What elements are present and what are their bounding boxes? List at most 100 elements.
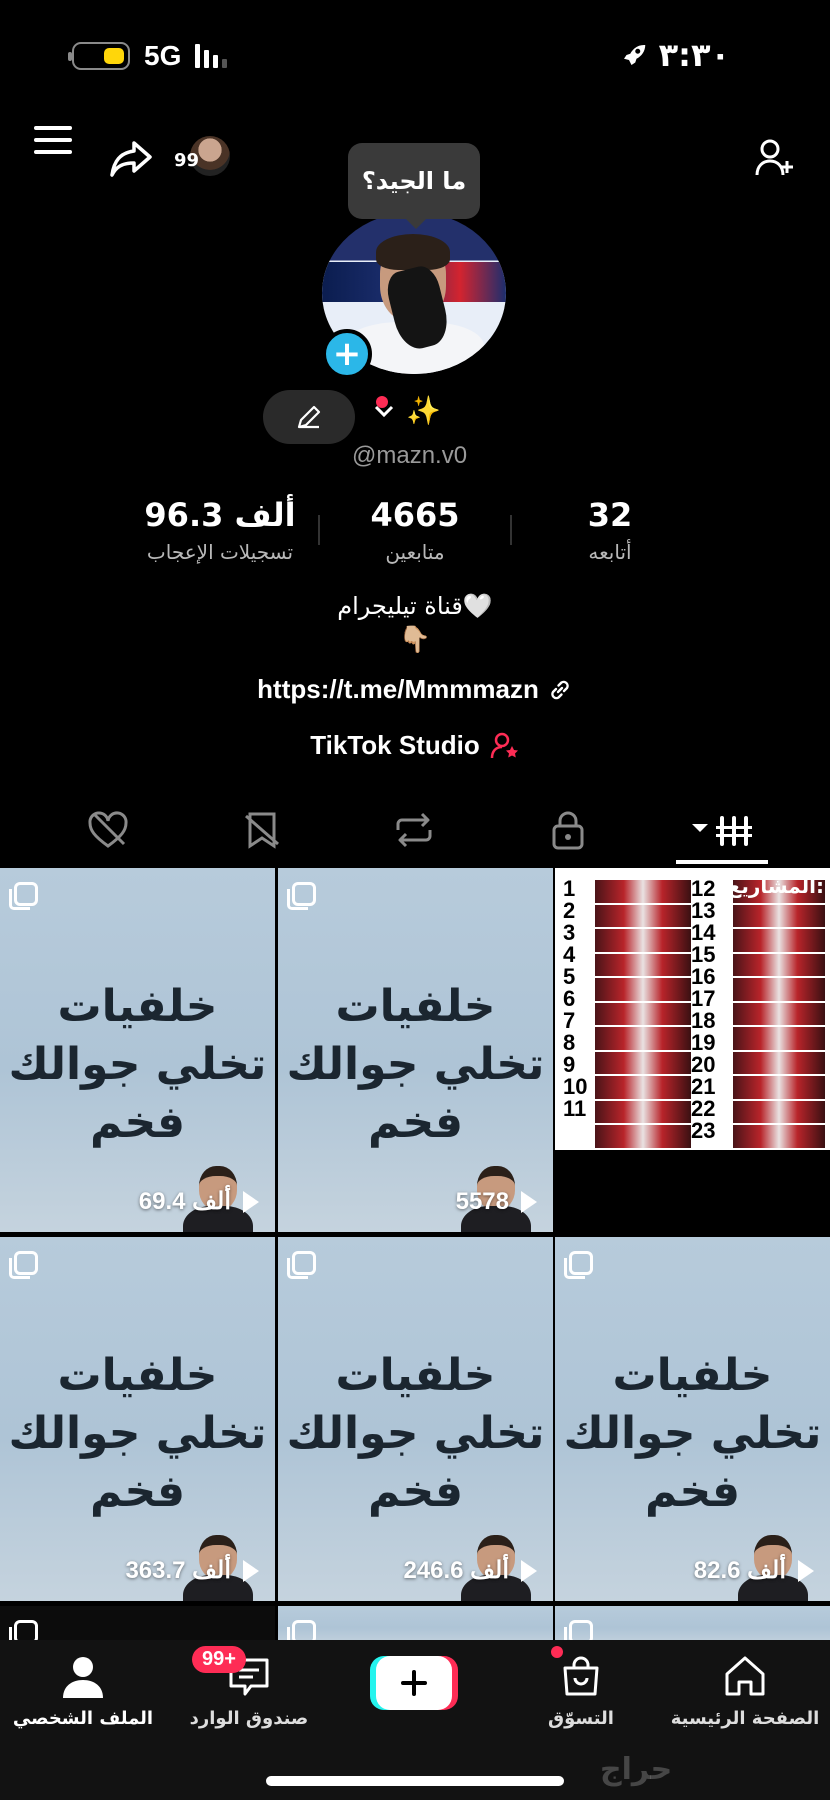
- battery-icon: [68, 42, 130, 70]
- nav-shop[interactable]: التسوّق: [506, 1654, 656, 1729]
- project-number: 11: [563, 1096, 587, 1121]
- add-friend-button[interactable]: [750, 134, 800, 184]
- creator-icon: [490, 732, 518, 758]
- stat-likes: 96.3 ألف تسجيلات الإعجاب: [130, 496, 310, 564]
- project-number: 12: [691, 876, 716, 901]
- avatar-count: 99: [174, 150, 200, 171]
- project-number: 10: [563, 1074, 588, 1099]
- project-number: 8: [563, 1030, 576, 1055]
- multi-photo-icon: [9, 1251, 38, 1279]
- nav-inbox-label: صندوق الوارد: [189, 1708, 309, 1729]
- video-tile[interactable]: خلفيات تخلي جوالك فخم 363.7 ألف: [0, 1237, 275, 1601]
- liked-hidden-icon: [88, 811, 128, 848]
- username: @mazn.v0: [352, 442, 468, 469]
- tab-liked[interactable]: [58, 800, 158, 860]
- projects-photos: [595, 880, 691, 1149]
- rocket-icon: [623, 45, 645, 65]
- multi-photo-icon: [564, 1251, 593, 1279]
- studio-label: TikTok Studio: [310, 730, 480, 760]
- tab-videos[interactable]: [672, 800, 772, 860]
- link-icon: [551, 680, 569, 699]
- view-count: 246.6 ألف: [403, 1556, 537, 1585]
- tiktok-studio-link[interactable]: TikTok Studio: [0, 730, 830, 761]
- bio-line: قناة تيليجرام🤍: [337, 592, 493, 620]
- play-icon: [521, 1559, 537, 1582]
- project-number: 3: [563, 920, 576, 945]
- viewer-avatar[interactable]: 99: [174, 136, 230, 176]
- play-icon: [243, 1559, 259, 1582]
- project-number: 2: [563, 898, 576, 923]
- menu-button[interactable]: [34, 120, 74, 160]
- stat-followers[interactable]: 4665 متابعين: [340, 496, 490, 564]
- stat-following[interactable]: 32 أتابعه: [540, 496, 680, 564]
- repost-icon: [396, 812, 432, 848]
- plus-icon: [401, 1670, 427, 1696]
- likes-count: 96.3 ألف: [144, 496, 296, 534]
- likes-label: تسجيلات الإعجاب: [146, 540, 294, 564]
- project-number: 5: [563, 964, 576, 989]
- project-number: 1: [563, 876, 576, 901]
- bio-link[interactable]: https://t.me/Mmmmazn: [0, 674, 830, 705]
- link-text: https://t.me/Mmmmazn: [257, 674, 539, 704]
- projects-photos: [733, 880, 825, 1149]
- video-tile[interactable]: خلفيات تخلي جوالك فخم 5578: [278, 868, 553, 1232]
- nav-home[interactable]: الصفحة الرئيسية: [670, 1654, 820, 1729]
- bio-line: 👇🏼: [398, 625, 432, 655]
- followers-count: 4665: [370, 496, 460, 534]
- add-story-button[interactable]: +: [322, 329, 372, 379]
- project-number: 21: [691, 1074, 716, 1099]
- watermark: حراج: [600, 1752, 673, 1787]
- favorites-hidden-icon: [245, 812, 279, 849]
- account-switcher[interactable]: ✨: [372, 394, 441, 427]
- shopping-bag-icon: [563, 1656, 599, 1696]
- project-number: 19: [691, 1030, 716, 1055]
- followers-label: متابعين: [385, 540, 445, 564]
- edit-profile-button[interactable]: [263, 390, 355, 444]
- share-button[interactable]: [106, 134, 156, 184]
- multi-photo-icon: [9, 882, 38, 910]
- tile-title: خلفيات تخلي جوالك فخم: [563, 1350, 822, 1517]
- lock-icon: [552, 811, 584, 850]
- share-icon: [110, 141, 152, 177]
- project-number: 23: [691, 1118, 716, 1143]
- tile-title: خلفيات تخلي جوالك فخم: [8, 981, 267, 1148]
- nav-shop-label: التسوّق: [548, 1708, 614, 1729]
- project-number: 7: [563, 1008, 576, 1033]
- menu-icon: [34, 126, 72, 154]
- multi-photo-icon: [287, 882, 316, 910]
- status-tooltip[interactable]: ما الجيد؟: [348, 143, 480, 229]
- tab-favorites[interactable]: [212, 800, 312, 860]
- plus-icon: +: [332, 334, 362, 374]
- nav-profile-label: الملف الشخصي: [12, 1708, 154, 1729]
- project-number: 9: [563, 1052, 576, 1077]
- tab-private[interactable]: [518, 800, 618, 860]
- nav-profile[interactable]: الملف الشخصي: [8, 1654, 158, 1729]
- add-friend-icon: [755, 139, 793, 176]
- stat-divider: [510, 515, 512, 545]
- projects-title: المشاريع:: [727, 874, 824, 898]
- network-type: 5G: [144, 40, 182, 71]
- video-tile[interactable]: خلفيات تخلي جوالك فخم 82.6 ألف: [555, 1237, 830, 1601]
- play-icon: [521, 1191, 537, 1213]
- home-indicator[interactable]: [266, 1776, 564, 1786]
- person-icon: [63, 1657, 103, 1698]
- pencil-icon: [297, 405, 321, 429]
- tab-reposts[interactable]: [364, 800, 464, 860]
- create-button[interactable]: [370, 1656, 458, 1710]
- project-number: 15: [691, 942, 716, 967]
- display-name: ✨: [406, 394, 441, 427]
- stat-divider: [318, 515, 320, 545]
- following-label: أتابعه: [588, 540, 632, 564]
- view-count: 69.4 ألف: [139, 1187, 259, 1216]
- chevron-down-icon: [374, 405, 394, 417]
- project-number: 18: [691, 1008, 716, 1033]
- projects-tile[interactable]: 1 2 3 4 5 6 7 8 9 10 11 12 13 14 15 16 17 18 19 20 21 22 23 ا…: [555, 868, 830, 1150]
- status-bar-left: 5G: [68, 40, 228, 72]
- home-icon: [725, 1656, 765, 1696]
- tile-title: خلفيات تخلي جوالك فخم: [286, 981, 545, 1148]
- video-tile[interactable]: خلفيات تخلي جوالك فخم 246.6 ألف: [278, 1237, 553, 1601]
- video-tile[interactable]: خلفيات تخلي جوالك فخم 69.4 ألف: [0, 868, 275, 1232]
- project-number: 20: [691, 1052, 716, 1077]
- view-count: 82.6 ألف: [694, 1556, 814, 1585]
- project-number: 6: [563, 986, 576, 1011]
